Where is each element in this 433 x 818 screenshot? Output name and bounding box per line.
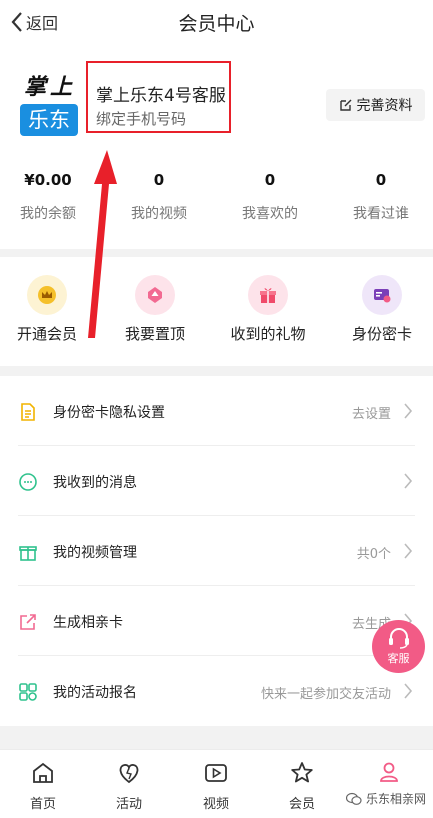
tab-video[interactable]: 视频 [173, 760, 259, 812]
settings-menu: 身份密卡隐私设置 去设置 我收到的消息 我的视频管理 共0个 生成相亲卡 去生成… [0, 376, 433, 726]
stat-viewed[interactable]: 0 我看过谁 [326, 171, 433, 223]
stat-value: 0 [153, 171, 165, 189]
user-icon [380, 762, 398, 782]
stat-label: 我喜欢的 [242, 206, 298, 222]
crown-icon [27, 275, 67, 315]
app-logo: 掌上 乐东 [20, 74, 80, 136]
logo-text-box: 乐东 [20, 104, 78, 136]
logo-text-top: 掌上 [23, 74, 76, 100]
home-icon [33, 762, 53, 783]
profile-card: 掌上 乐东 掌上乐东4号客服 绑定手机号码 完善资料 ¥0.00 我的余额 0 … [0, 44, 433, 249]
tab-label: 会员 [288, 797, 315, 812]
quick-action-gifts[interactable]: 收到的礼物 [213, 275, 323, 344]
menu-item-label: 我的活动报名 [53, 685, 137, 701]
edit-profile-button[interactable]: 完善资料 [326, 89, 425, 121]
chevron-right-icon [404, 403, 413, 419]
quick-actions: 开通会员 我要置顶 收到的礼物 身份密卡 [0, 257, 433, 366]
menu-item-label: 我收到的消息 [53, 475, 137, 491]
menu-item-messages[interactable]: 我收到的消息 [0, 446, 433, 516]
menu-item-dating-card[interactable]: 生成相亲卡 去生成 [0, 586, 433, 656]
message-icon [19, 473, 37, 491]
menu-item-label: 身份密卡隐私设置 [53, 405, 165, 421]
quick-action-label: 收到的礼物 [230, 325, 306, 343]
quick-action-top[interactable]: 我要置顶 [100, 275, 210, 344]
stat-label: 我的余额 [20, 206, 76, 222]
headset-icon [388, 628, 409, 649]
stat-value: ¥0.00 [24, 171, 72, 189]
chevron-right-icon [404, 683, 413, 699]
gift-box-icon [19, 546, 37, 561]
document-icon [21, 403, 35, 421]
stat-label: 我的视频 [131, 206, 187, 222]
menu-item-label: 我的视频管理 [53, 545, 137, 561]
quick-action-label: 开通会员 [16, 325, 77, 343]
tab-label: 首页 [29, 797, 56, 812]
tab-home[interactable]: 首页 [0, 760, 86, 812]
menu-item-label: 生成相亲卡 [53, 615, 123, 631]
tab-member[interactable]: 会员 [259, 760, 345, 812]
tab-label: 活动 [115, 797, 142, 812]
customer-service-button[interactable]: 客服 [372, 620, 425, 673]
menu-item-value: 共0个 [356, 547, 391, 562]
share-icon [20, 614, 36, 630]
tab-profile[interactable] [346, 760, 432, 793]
watermark: 乐东相亲网 [346, 790, 426, 807]
menu-item-privacy[interactable]: 身份密卡隐私设置 去设置 [0, 376, 433, 446]
page-title: 会员中心 [178, 13, 255, 35]
video-icon [205, 764, 227, 782]
wechat-icon [346, 792, 362, 805]
gift-icon [248, 275, 288, 315]
chevron-right-icon [404, 473, 413, 489]
stat-value: 0 [264, 171, 276, 189]
highlight-box [86, 61, 231, 133]
stat-value: 0 [375, 171, 387, 189]
edit-profile-label: 完善资料 [356, 98, 413, 114]
menu-item-value: 快来一起参加交友活动 [260, 687, 391, 702]
quick-action-vip[interactable]: 开通会员 [0, 275, 102, 344]
grid-icon [19, 683, 37, 701]
stat-liked[interactable]: 0 我喜欢的 [215, 171, 325, 223]
tab-label: 视频 [202, 797, 229, 812]
menu-item-activities[interactable]: 我的活动报名 快来一起参加交友活动 [0, 656, 433, 726]
customer-service-label: 客服 [387, 652, 410, 665]
quick-action-idcard[interactable]: 身份密卡 [327, 275, 433, 344]
watermark-text: 乐东相亲网 [366, 792, 427, 806]
id-card-icon [362, 275, 402, 315]
menu-item-value: 去设置 [351, 407, 391, 422]
stat-videos[interactable]: 0 我的视频 [104, 171, 214, 223]
menu-item-videos[interactable]: 我的视频管理 共0个 [0, 516, 433, 586]
chevron-right-icon [404, 543, 413, 559]
stat-balance[interactable]: ¥0.00 我的余额 [0, 171, 103, 223]
quick-action-label: 我要置顶 [124, 325, 185, 343]
bottom-tab-bar: 首页 活动 视频 会员 [0, 749, 433, 818]
stat-label: 我看过谁 [353, 206, 409, 222]
tab-activities[interactable]: 活动 [86, 760, 172, 812]
pin-top-icon [135, 275, 175, 315]
heart-icon [119, 764, 139, 784]
top-bar: 返回 会员中心 [0, 0, 433, 44]
edit-icon [339, 99, 351, 111]
star-icon [291, 762, 313, 783]
quick-action-label: 身份密卡 [351, 325, 412, 343]
